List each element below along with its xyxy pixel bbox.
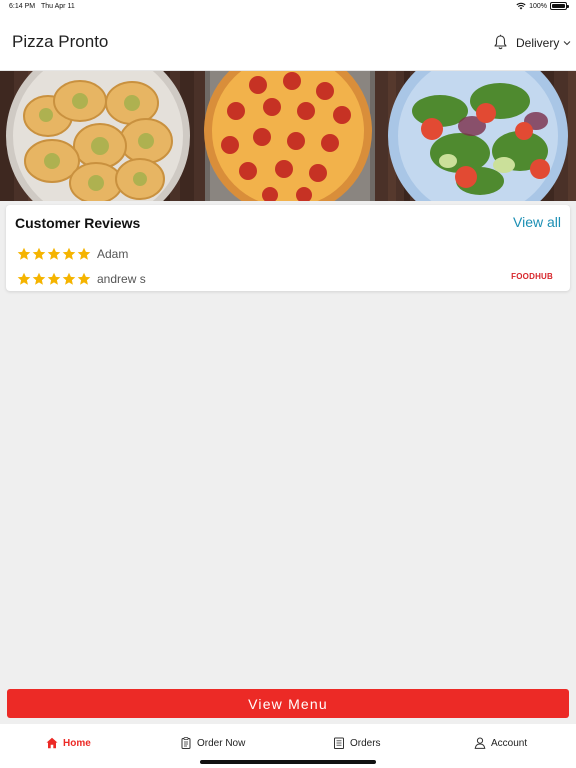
tab-home-label: Home [63, 737, 91, 749]
star-rating [17, 247, 91, 261]
star-icon [62, 272, 76, 285]
tab-order-now-label: Order Now [197, 737, 246, 749]
delivery-selector[interactable]: Delivery [516, 36, 571, 50]
star-icon [32, 272, 46, 285]
star-icon [62, 247, 76, 260]
wifi-icon [516, 2, 526, 10]
star-icon [17, 272, 31, 285]
bell-icon[interactable] [493, 34, 508, 50]
bottom-tab-bar: Home Order Now Orders Account [0, 724, 576, 768]
app-header: Pizza Pronto Delivery [0, 14, 576, 71]
status-right: 100% [516, 2, 569, 10]
tab-orders-label: Orders [350, 737, 381, 749]
tab-home[interactable]: Home [46, 737, 91, 749]
star-icon [47, 272, 61, 285]
review-row: Adam [17, 247, 128, 261]
tab-order-now[interactable]: Order Now [180, 737, 245, 749]
account-icon [474, 737, 486, 749]
home-icon [46, 737, 58, 749]
review-row: andrew s [17, 272, 146, 286]
reviews-title: Customer Reviews [15, 215, 141, 231]
chevron-down-icon [563, 41, 571, 46]
pepperoni-pizza [204, 71, 372, 201]
star-icon [77, 247, 91, 260]
reviews-card: Customer Reviews View all Adam andrew s … [6, 205, 570, 291]
star-icon [32, 247, 46, 260]
app-title: Pizza Pronto [12, 32, 109, 51]
status-time: 6:14 PM [9, 3, 36, 10]
reviewer-name: andrew s [97, 272, 146, 286]
tab-account[interactable]: Account [474, 737, 527, 749]
battery-fill [552, 4, 565, 8]
star-rating [17, 272, 91, 286]
tab-orders[interactable]: Orders [333, 737, 381, 749]
battery-icon [550, 2, 569, 10]
orders-icon [334, 737, 344, 749]
battery-percent: 100% [529, 2, 547, 10]
star-icon [47, 247, 61, 260]
hero-banner [0, 71, 576, 201]
star-icon [17, 247, 31, 260]
reviewer-name: Adam [97, 247, 129, 261]
view-menu-button[interactable]: View Menu [7, 689, 569, 718]
garlic-bread-plate [6, 71, 190, 201]
salad-plate [388, 71, 568, 201]
home-indicator[interactable] [200, 760, 376, 764]
star-icon [77, 272, 91, 285]
hero-image [0, 71, 576, 201]
status-bar: 6:14 PM Thu Apr 11 100% [0, 0, 576, 14]
order-icon [181, 737, 191, 749]
tab-account-label: Account [491, 737, 528, 749]
foodhub-logo: FOODHUB [511, 272, 553, 281]
status-date: Thu Apr 11 [41, 3, 75, 10]
view-all-link[interactable]: View all [513, 214, 561, 230]
delivery-label: Delivery [516, 36, 560, 50]
